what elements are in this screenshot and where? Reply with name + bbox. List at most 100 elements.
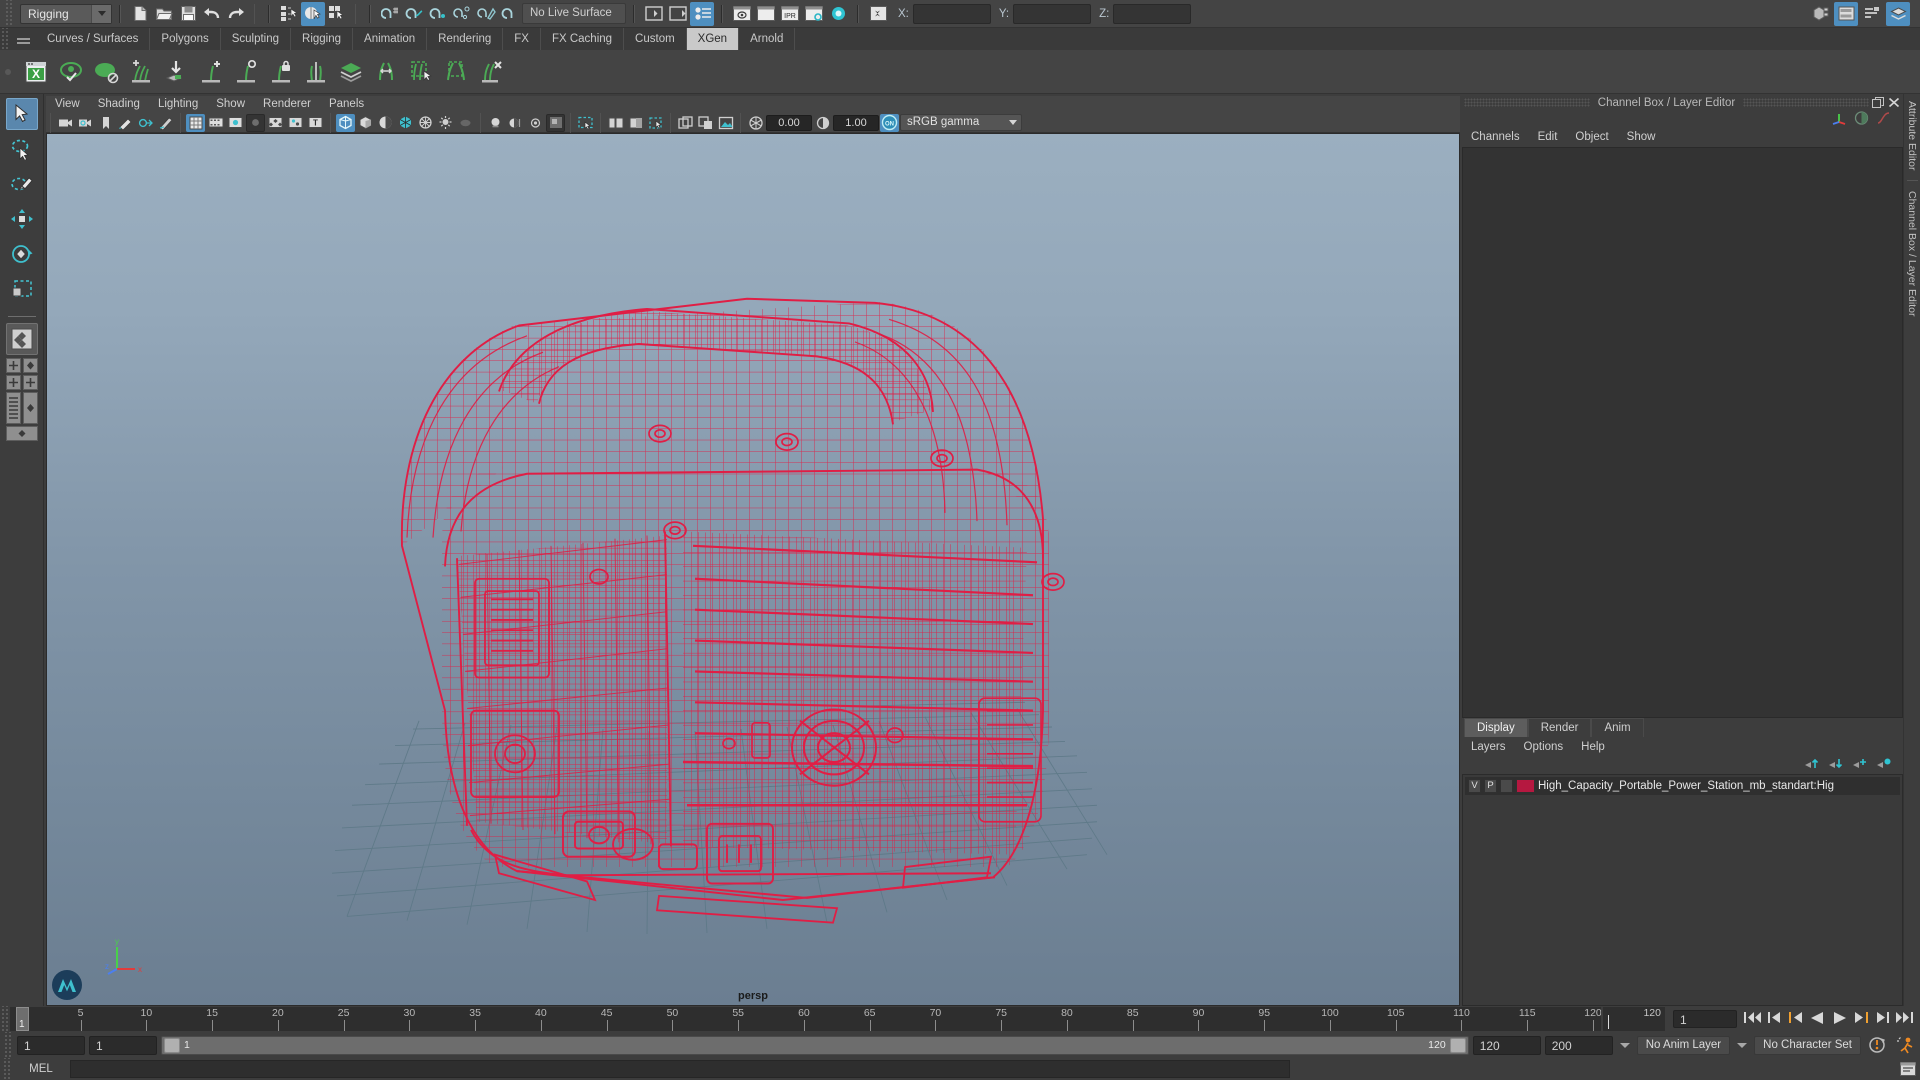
panel-grip-left[interactable] (1464, 98, 1590, 107)
layer-row[interactable]: V P High_Capacity_Portable_Power_Station… (1465, 777, 1900, 795)
xgen-editor-icon[interactable]: X (21, 57, 51, 87)
playback-start-time-input[interactable]: 1 (89, 1035, 157, 1055)
panel-undock-button[interactable] (1871, 96, 1885, 109)
new-scene-icon[interactable] (128, 2, 152, 26)
animation-preferences-icon[interactable] (1893, 1033, 1917, 1057)
shadows-icon[interactable] (456, 114, 475, 132)
viewport-layout-paste-icon[interactable] (696, 114, 715, 132)
viewport-menu-view[interactable]: View (46, 96, 89, 113)
color-management-selector[interactable]: sRGB gamma (900, 114, 1022, 131)
light-shading-icon[interactable] (156, 114, 175, 132)
resolution-gate-icon[interactable] (226, 114, 245, 132)
isolate-select-icon[interactable] (546, 113, 565, 132)
use-all-lights-icon[interactable] (436, 114, 455, 132)
layout-outliner-icon[interactable] (5, 392, 21, 424)
xgen-import-icon[interactable] (161, 57, 191, 87)
tab-anim[interactable]: Anim (1591, 718, 1644, 737)
viewport-snapshot-icon[interactable] (626, 114, 645, 132)
select-hierarchy-icon[interactable] (277, 2, 301, 26)
character-set-selector[interactable]: No Character Set (1754, 1035, 1861, 1055)
isolate-selection-icon[interactable] (646, 114, 665, 132)
shelf-tab-rigging[interactable]: Rigging (291, 28, 354, 50)
screen-space-ao-icon[interactable] (486, 114, 505, 132)
undo-icon[interactable] (200, 2, 224, 26)
new-layer-from-selected-icon[interactable] (1876, 757, 1891, 773)
textured-icon[interactable] (416, 114, 435, 132)
shelf-tab-rendering[interactable]: Rendering (427, 28, 504, 50)
redo-icon[interactable] (224, 2, 248, 26)
viewport-image-icon[interactable] (716, 114, 735, 132)
exposure-input[interactable]: 0.00 (766, 114, 812, 131)
new-layer-icon[interactable] (1852, 757, 1867, 773)
ipr-render-icon[interactable]: IPR (778, 2, 802, 26)
layout-hypergraph-persp[interactable] (5, 375, 21, 390)
tab-display[interactable]: Display (1464, 718, 1528, 737)
xray-joints-icon[interactable] (266, 114, 285, 132)
save-scene-icon[interactable] (176, 2, 200, 26)
sidebar-close-icon[interactable] (666, 2, 690, 26)
channel-box-menu-channels[interactable]: Channels (1462, 131, 1529, 143)
paint-select-tool[interactable] (6, 168, 38, 200)
coord-z-input[interactable] (1113, 3, 1192, 24)
render-settings-icon[interactable] (802, 2, 826, 26)
layer-editor-icon[interactable] (1886, 1, 1910, 26)
channel-box-icon[interactable] (1834, 1, 1858, 26)
xgen-part-icon[interactable] (301, 57, 331, 87)
step-back-frame-icon[interactable] (1788, 1010, 1804, 1028)
xgen-lock-icon[interactable] (266, 57, 296, 87)
sphere-shade-icon[interactable] (1854, 110, 1869, 128)
select-object-icon[interactable] (301, 1, 325, 26)
tab-render[interactable]: Render (1527, 718, 1592, 737)
anim-layer-dropdown-arrow[interactable] (1619, 1042, 1630, 1048)
lasso-select-tool[interactable] (6, 133, 38, 165)
smooth-shaded-icon[interactable] (356, 114, 375, 132)
axis-gizmo-icon[interactable] (1832, 111, 1847, 128)
image-plane-icon[interactable] (116, 114, 135, 132)
sidebar-open-icon[interactable] (642, 2, 666, 26)
grid-xray-icon[interactable] (576, 114, 595, 132)
open-scene-icon[interactable] (152, 2, 176, 26)
step-forward-frame-icon[interactable] (1853, 1010, 1869, 1028)
wireframe-shaded-icon[interactable] (336, 113, 355, 132)
layout-outliner-persp[interactable] (22, 358, 38, 373)
layout-four-view[interactable] (5, 358, 21, 373)
range-slider-grip[interactable] (3, 1032, 13, 1058)
camera-attributes-icon[interactable] (76, 114, 95, 132)
layout-persp-icon[interactable] (22, 392, 38, 424)
shelf-tab-sculpting[interactable]: Sculpting (220, 28, 292, 50)
viewport-menu-renderer[interactable]: Renderer (254, 96, 320, 113)
layer-playback-toggle[interactable]: P (1484, 779, 1497, 793)
time-slider-track[interactable]: 1 5 10 15 20 25 30 35 40 45 50 55 60 65 70 75 80 85 90 95 1… (10, 1007, 1601, 1031)
viewport-menu-lighting[interactable]: Lighting (149, 96, 207, 113)
rotate-tool[interactable] (6, 238, 38, 270)
command-line-input[interactable] (70, 1060, 1290, 1078)
channel-box-menu-edit[interactable]: Edit (1529, 131, 1567, 143)
move-layer-up-icon[interactable] (1804, 757, 1819, 773)
select-camera-icon[interactable] (56, 114, 75, 132)
time-slider-grip[interactable] (0, 1006, 10, 1032)
viewport-menu-shading[interactable]: Shading (89, 96, 149, 113)
shelf-tab-arnold[interactable]: Arnold (739, 28, 796, 50)
shelf-grip[interactable] (0, 50, 16, 94)
bookmark-icon[interactable] (96, 114, 115, 132)
snap-point-icon[interactable] (426, 2, 450, 26)
play-forwards-icon[interactable] (1831, 1010, 1848, 1029)
gamma-icon[interactable] (813, 114, 832, 132)
shelf-tab-custom[interactable]: Custom (624, 28, 687, 50)
gamma-input[interactable]: 1.00 (833, 114, 879, 131)
layout-single-perspective[interactable] (5, 323, 38, 355)
make-live-icon[interactable] (498, 2, 522, 26)
play-backwards-icon[interactable] (1809, 1010, 1826, 1029)
status-line-grip[interactable] (4, 0, 14, 27)
coord-x-input[interactable] (912, 3, 991, 24)
snap-view-plane-icon[interactable] (474, 2, 498, 26)
current-frame-input[interactable]: 1 (1673, 1010, 1737, 1028)
shelf-tab-animation[interactable]: Animation (353, 28, 428, 50)
xray-icon[interactable] (286, 114, 305, 132)
animation-start-time-input[interactable]: 1 (17, 1035, 85, 1055)
layer-list[interactable]: V P High_Capacity_Portable_Power_Station… (1462, 774, 1903, 1006)
animation-end-time-input[interactable]: 200 (1544, 1035, 1613, 1055)
step-back-keyframe-icon[interactable] (1767, 1010, 1783, 1028)
shelf-tab-fx[interactable]: FX (503, 28, 541, 50)
layer-menu-layers[interactable]: Layers (1462, 741, 1515, 753)
